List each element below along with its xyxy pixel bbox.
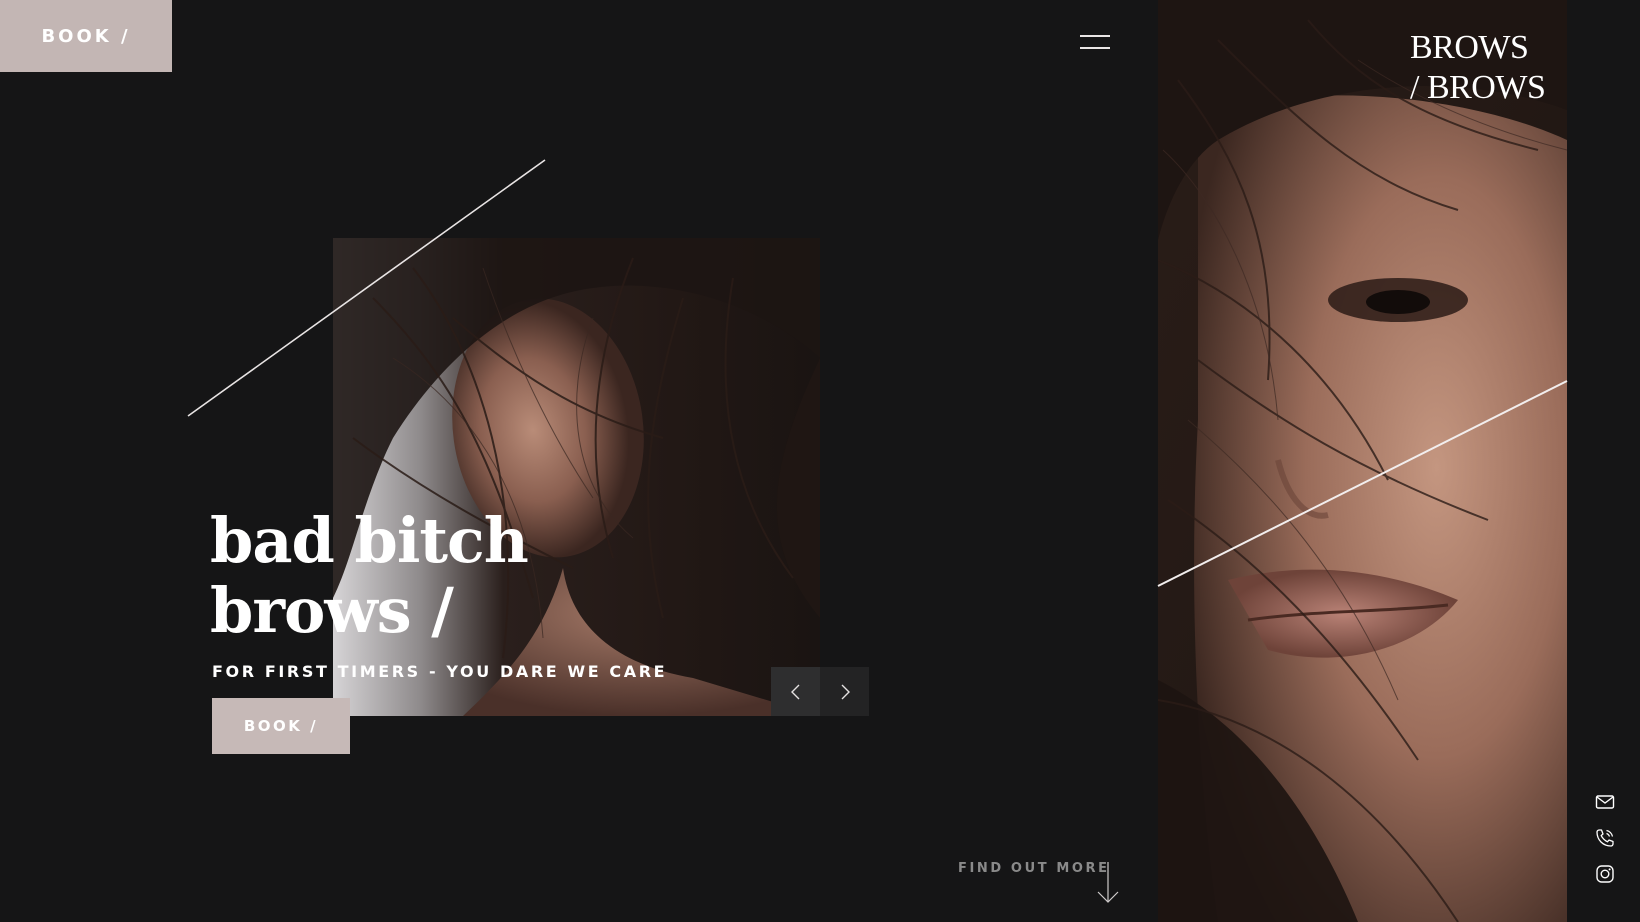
hamburger-line-bottom bbox=[1080, 47, 1110, 49]
slider-prev-button[interactable] bbox=[771, 667, 820, 716]
brand-logo[interactable]: BROWS / BROWS bbox=[1410, 28, 1546, 108]
chevron-left-icon bbox=[790, 684, 799, 699]
hamburger-line-top bbox=[1080, 35, 1110, 37]
side-photo bbox=[1158, 0, 1567, 922]
hero-headline: bad bitch brows / bbox=[210, 504, 529, 647]
hero-book-button[interactable]: BOOK / bbox=[212, 698, 350, 754]
mail-icon[interactable] bbox=[1595, 792, 1615, 812]
find-out-more-link[interactable]: FIND OUT MORE bbox=[958, 861, 1110, 876]
brand-line-1: BROWS bbox=[1410, 29, 1529, 66]
header-book-button[interactable]: BOOK / bbox=[0, 0, 172, 72]
instagram-icon[interactable] bbox=[1595, 864, 1615, 884]
hamburger-icon[interactable] bbox=[1080, 35, 1112, 51]
page: BOOK / BROWS / BROWS bad bitch brows / F… bbox=[0, 0, 1640, 922]
phone-icon[interactable] bbox=[1595, 828, 1615, 848]
brand-line-2: / BROWS bbox=[1410, 69, 1546, 106]
hero-tagline: FOR FIRST TIMERS - YOU DARE WE CARE bbox=[212, 662, 668, 681]
slider-next-button[interactable] bbox=[820, 667, 869, 716]
chevron-right-icon bbox=[841, 684, 850, 699]
headline-line-1: bad bitch bbox=[210, 504, 529, 577]
headline-line-2: brows / bbox=[210, 574, 454, 647]
arrow-down-icon[interactable] bbox=[1096, 862, 1120, 904]
side-photo-image bbox=[1158, 0, 1567, 922]
slider-nav bbox=[771, 667, 869, 716]
